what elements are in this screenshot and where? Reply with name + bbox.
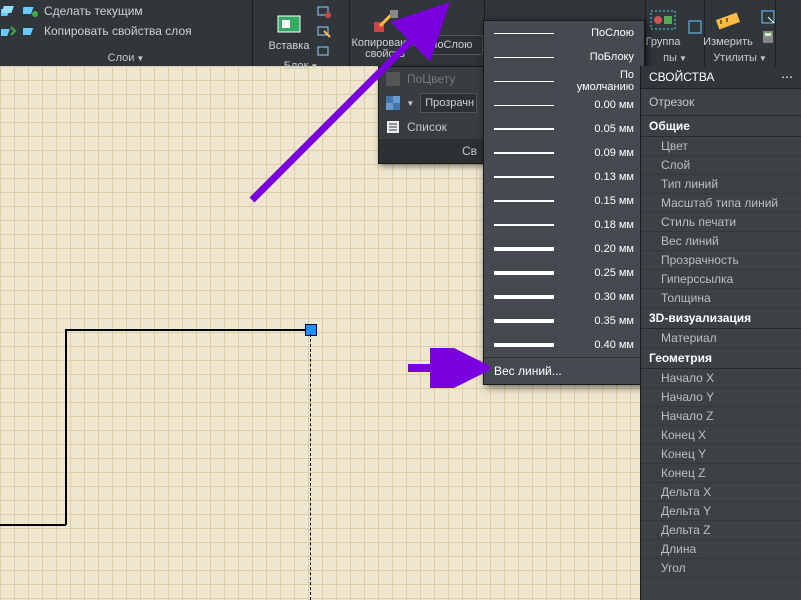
lineweight-option[interactable]: 0.15 мм [484,189,644,213]
transparency-icon [385,95,400,111]
properties-palette: СВОЙСТВА ⋯ Отрезок ОбщиеЦветСлойТип лини… [640,66,801,600]
property-row[interactable]: Масштаб типа линий [641,194,801,213]
match-props-icon [370,8,400,36]
panel-label-layers[interactable]: Слои▼ [102,52,151,66]
lineweight-option[interactable]: 0.20 мм [484,237,644,261]
insert-icon [274,10,304,38]
lineweight-settings[interactable]: Вес линий... [484,357,644,384]
property-row[interactable]: Начало Y [641,388,801,407]
property-section-header[interactable]: Геометрия [641,348,801,369]
list-icon [385,119,401,135]
property-section-header[interactable]: Общие [641,116,801,137]
lineweight-option[interactable]: 0.25 мм [484,261,644,285]
panel-label-utils[interactable]: Утилиты▼ [707,52,773,66]
property-row[interactable]: Цвет [641,137,801,156]
property-row[interactable]: Вес линий [641,232,801,251]
ribbon-panel-utils: Измерить Утилиты▼ [705,0,776,66]
flyout-footer: Св [379,139,483,163]
ribbon-panel-group: Группа пы▼ [646,0,705,66]
property-row[interactable]: Дельта X [641,483,801,502]
make-current-icon [0,2,18,20]
ribbon-panel-block: Вставка Блок▼ [253,0,350,66]
edit-attrib-icon[interactable] [315,42,333,60]
match-props-button[interactable]: Копирование свойств [351,8,418,60]
lineweight-combo[interactable]: ПоСлою [425,35,483,55]
property-row[interactable]: Конец Z [641,464,801,483]
property-row[interactable]: Материал [641,329,801,348]
panel-label-block[interactable]: Блок▼ [278,60,325,74]
properties-title: СВОЙСТВА ⋯ [641,66,801,89]
lineweight-default[interactable]: По умолчанию [484,69,644,93]
layer-aux-icon [22,22,40,40]
lineweight-option[interactable]: 0.30 мм [484,285,644,309]
line-segment[interactable] [65,329,311,331]
ribbon-panel-properties: Копирование свойств ПоСлою [350,0,485,66]
property-row[interactable]: Стиль печати [641,213,801,232]
quick-select-icon[interactable] [759,8,777,26]
lineweight-option[interactable]: 0.00 мм [484,93,644,117]
group-icon [648,6,678,34]
lineweight-menu: ПоСлою ПоБлоку По умолчанию 0.00 мм0.05 … [483,20,645,385]
property-row[interactable]: Начало X [641,369,801,388]
line-segment[interactable] [65,329,67,525]
property-row[interactable]: Начало Z [641,407,801,426]
property-row[interactable]: Дельта Y [641,502,801,521]
panel-label-groups[interactable]: пы▼ [657,52,693,66]
property-row[interactable]: Гиперссылка [641,270,801,289]
tracking-line [310,334,311,600]
lineweight-option[interactable]: 0.13 мм [484,165,644,189]
ribbon: Сделать текущим Копировать свойства слоя… [0,0,801,66]
lineweight-byblock[interactable]: ПоБлоку [484,45,644,69]
lineweight-option[interactable]: 0.18 мм [484,213,644,237]
property-row[interactable]: Дельта Z [641,521,801,540]
lineweight-option[interactable]: 0.40 мм [484,333,644,357]
property-row[interactable]: Прозрачность [641,251,801,270]
property-row[interactable]: Слой [641,156,801,175]
property-row[interactable]: Конец Y [641,445,801,464]
transparency-row[interactable]: ▼ Прозрачн [379,91,483,115]
lineweight-option[interactable]: 0.09 мм [484,141,644,165]
layer-states-icon [22,2,40,20]
property-row[interactable]: Угол [641,559,801,578]
bycolor-button: ПоЦвету [379,67,483,91]
lineweight-option[interactable]: 0.05 мм [484,117,644,141]
property-section-header[interactable]: 3D-визуализация [641,308,801,329]
line-segment[interactable] [0,524,66,526]
copy-layer-props-label: Копировать свойства слоя [44,24,192,38]
chevron-down-icon: ▼ [136,54,144,63]
measure-button[interactable]: Измерить [703,6,753,48]
linetype-list-icon[interactable] [425,14,443,32]
property-row[interactable]: Толщина [641,289,801,308]
lineweight-option[interactable]: 0.35 мм [484,309,644,333]
grip-point[interactable] [305,324,317,336]
lineweight-bylayer[interactable]: ПоСлою [484,21,644,45]
list-button[interactable]: Список [379,115,483,139]
copy-layer-props-icon [0,22,18,40]
property-row[interactable]: Конец X [641,426,801,445]
property-row[interactable]: Тип линий [641,175,801,194]
make-current-label: Сделать текущим [44,4,143,18]
transparency-combo[interactable]: Прозрачн [420,93,477,113]
measure-icon [713,6,743,34]
chevron-down-icon: ▼ [310,62,318,71]
color-icon [385,71,401,87]
ribbon-panel-layers: Сделать текущим Копировать свойства слоя… [0,0,253,66]
group-button[interactable]: Группа [646,6,681,48]
create-block-icon[interactable] [315,2,333,20]
properties-flyout: ПоЦвету ▼ Прозрачн Список Св [378,66,484,164]
object-type[interactable]: Отрезок [641,89,801,116]
copy-layer-props-button[interactable]: Копировать свойства слоя [0,22,192,40]
edit-block-icon[interactable] [315,22,333,40]
palette-options-icon[interactable]: ⋯ [781,70,793,84]
make-current-button[interactable]: Сделать текущим [0,2,143,20]
property-row[interactable]: Длина [641,540,801,559]
calc-icon[interactable] [759,28,777,46]
insert-button[interactable]: Вставка [269,10,310,52]
